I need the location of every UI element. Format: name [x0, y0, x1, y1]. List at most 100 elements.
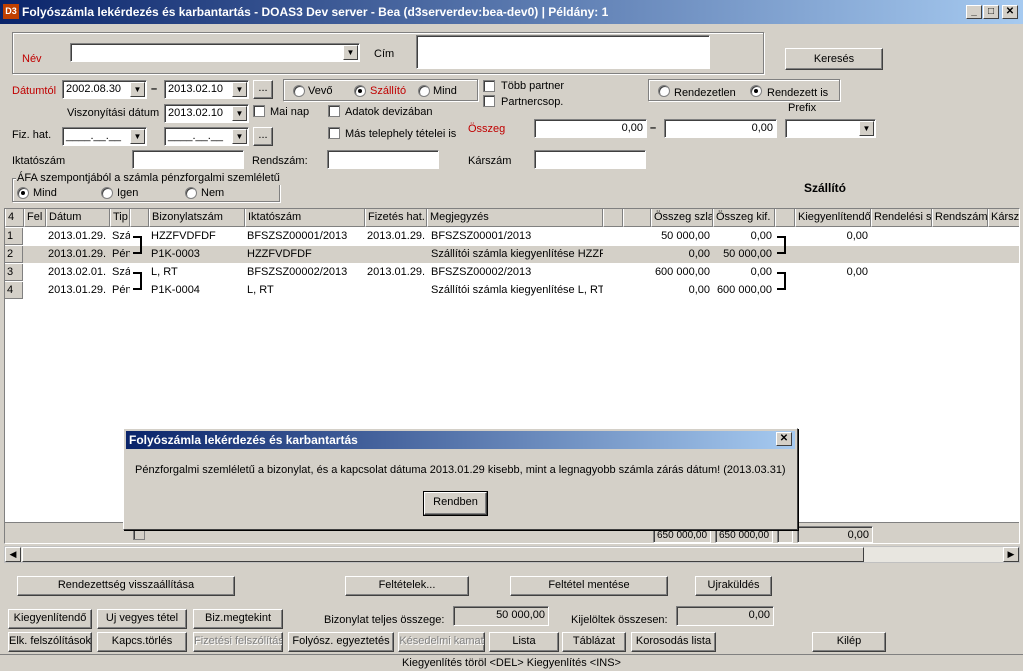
fiz-hat-to-combo[interactable]: ____.__.__ ▼ [164, 127, 249, 146]
cim-field[interactable] [416, 35, 710, 69]
dialog-titlebar[interactable]: Folyószámla lekérdezés és karbantartás [126, 431, 795, 449]
grid-header-osszeg-kif[interactable]: Összeg kif. [713, 209, 775, 227]
tobb-partner-checkbox[interactable] [483, 80, 495, 92]
iktatoszam-label: Iktatószám [12, 155, 66, 167]
grid-header-link[interactable] [130, 209, 149, 227]
afa-mind-label: Mind [33, 187, 57, 199]
prefix-combo[interactable]: ▼ [785, 119, 876, 138]
vevo-text: Vevő [308, 85, 333, 97]
cell-osszeg-kif: 0,00 [750, 266, 772, 278]
karszam-field[interactable] [534, 150, 646, 169]
cell-bizonylatszam: P1K-0003 [151, 248, 200, 260]
mind-radio[interactable] [418, 85, 430, 97]
afa-mind-radio[interactable] [17, 187, 29, 199]
horizontal-scrollbar[interactable]: ◀ ▶ [4, 546, 1020, 563]
grid-header-tip[interactable]: Tip [110, 209, 130, 227]
nev-combo[interactable]: ▼ [70, 43, 360, 62]
ujrakuldes-button[interactable]: Ujraküldés [695, 576, 772, 596]
date-to-combo[interactable]: 2013.02.10 ▼ [164, 80, 249, 99]
search-button[interactable]: Keresés [785, 48, 883, 70]
rendszam-field[interactable] [327, 150, 439, 169]
uj-vegyes-tetel-button[interactable]: Uj vegyes tétel [97, 609, 187, 629]
szallito-radio[interactable] [354, 85, 366, 97]
warning-dialog[interactable]: Folyószámla lekérdezés és karbantartás ✕… [123, 428, 798, 530]
grid-header-osszeg-szla[interactable]: Összeg szla [651, 209, 713, 227]
dialog-close-icon[interactable]: ✕ [776, 432, 792, 446]
grid-header-bizonylatszam[interactable]: Bizonylatszám [149, 209, 245, 227]
row-number: 4 [5, 282, 23, 299]
window-titlebar[interactable]: Folyószámla lekérdezés és karbantartás -… [0, 0, 1023, 24]
tobb-partner-label: Több partner [501, 80, 564, 92]
grid-header-iktatoszam[interactable]: Iktatószám [245, 209, 365, 227]
osszeg-label: Összeg [468, 123, 506, 135]
osszeg-from-field[interactable]: 0,00 [534, 119, 647, 138]
maximize-button[interactable]: □ [983, 5, 999, 19]
afa-igen-radio[interactable] [101, 187, 113, 199]
dialog-ok-button[interactable]: Rendben [423, 491, 488, 516]
date-picker-button[interactable]: ... [253, 80, 273, 99]
rendezetlen-radio[interactable] [658, 85, 670, 97]
chevron-down-icon[interactable]: ▼ [232, 82, 247, 97]
afa-nem-radio[interactable] [185, 187, 197, 199]
kiegyenlitendo-button[interactable]: Kiegyenlítendő [8, 609, 92, 629]
grid-header-datum[interactable]: Dátum [46, 209, 110, 227]
chevron-down-icon[interactable]: ▼ [232, 106, 247, 121]
row-number: 3 [5, 264, 23, 281]
korosodas-lista-button[interactable]: Korosodás lista [631, 632, 716, 652]
scroll-right-icon[interactable]: ▶ [1003, 547, 1019, 562]
adatok-devizaban-checkbox[interactable] [328, 105, 340, 117]
osszeg-to-field[interactable]: 0,00 [664, 119, 777, 138]
kesedelmi-kamat-button[interactable]: Késedelmi kamat [398, 632, 485, 652]
vevo-label: Vevő [308, 84, 332, 98]
lista-button[interactable]: Lista [489, 632, 559, 652]
grid-header-karszam[interactable]: Kársz [988, 209, 1019, 227]
scroll-thumb[interactable] [22, 547, 864, 562]
rendezett-is-radio[interactable] [750, 85, 762, 97]
date-from-combo[interactable]: 2002.08.30 ▼ [62, 80, 147, 99]
close-button[interactable]: ✕ [1002, 5, 1018, 19]
mai-nap-checkbox[interactable] [253, 105, 265, 117]
row-number: 1 [5, 228, 23, 245]
grid-header-fel[interactable]: Fel [24, 209, 46, 227]
grid-header-megjegyzes[interactable]: Megjegyzés [427, 209, 603, 227]
chevron-down-icon[interactable]: ▼ [232, 129, 247, 144]
folyosz-egyeztetes-button[interactable]: Folyósz. egyeztetés [288, 632, 394, 652]
elk-felszolitasok-button[interactable]: Elk. felszólítások [8, 632, 92, 652]
chevron-down-icon[interactable]: ▼ [859, 121, 874, 136]
grid-header-kiegyenlitendo[interactable]: Kiegyenlítendő [795, 209, 871, 227]
fizetesi-felszolitas-button[interactable]: Fizetési felszólítás [193, 632, 283, 652]
rendezettseg-button[interactable]: Rendezettség visszaállítása [17, 576, 235, 596]
feltetelek-button[interactable]: Feltételek... [345, 576, 469, 596]
minimize-button[interactable]: _ [966, 5, 982, 19]
partnercsop-checkbox[interactable] [483, 95, 495, 107]
grid-header-link2[interactable] [775, 209, 795, 227]
cell-datum: 2013.02.01. [48, 266, 107, 278]
grid-header-rendszam[interactable]: Rendszám [932, 209, 988, 227]
fiz-hat-from-combo[interactable]: ____.__.__ ▼ [62, 127, 147, 146]
chevron-down-icon[interactable]: ▼ [130, 129, 145, 144]
chevron-down-icon[interactable]: ▼ [130, 82, 145, 97]
vevo-radio[interactable] [293, 85, 305, 97]
biz-megtekint-button[interactable]: Biz.megtekint [193, 609, 283, 629]
table-row[interactable]: 2 ▷ 2013.01.29. Pén P1K-0003 HZZFVDFDF S… [5, 245, 1019, 276]
row-number-text: 2 [7, 248, 14, 260]
table-row[interactable]: 3 2013.02.01. Szá L, RT BFSZSZ00002/2013… [5, 264, 1019, 281]
table-row[interactable]: 4 2013.01.29. Pén P1K-0004 L, RT Szállít… [5, 281, 1019, 299]
kapcs-torles-button[interactable]: Kapcs.törlés [97, 632, 187, 652]
mas-telephely-checkbox[interactable] [328, 127, 340, 139]
scroll-left-icon[interactable]: ◀ [5, 547, 21, 562]
cell-datum: 2013.01.29. [48, 230, 107, 242]
grid-header-fizetes-hat[interactable]: Fizetés hat. [365, 209, 427, 227]
fiz-hat-picker-button[interactable]: ... [253, 127, 273, 146]
table-row[interactable]: 1 2013.01.29. Szá HZZFVDFDF BFSZSZ00001/… [5, 228, 1019, 245]
iktatoszam-field[interactable] [132, 150, 244, 169]
viszonyitasi-combo[interactable]: 2013.02.10 ▼ [164, 104, 249, 123]
tablazat-button[interactable]: Táblázat [562, 632, 626, 652]
afa-group-label: ÁFA szempontjából a számla pénzforgalmi … [16, 171, 281, 185]
chevron-down-icon[interactable]: ▼ [343, 45, 358, 60]
kilep-button[interactable]: Kilép [812, 632, 886, 652]
feltetel-mentese-button[interactable]: Feltétel mentése [510, 576, 668, 596]
grid-header-blank-a[interactable] [603, 209, 623, 227]
grid-header-blank-b[interactable] [623, 209, 651, 227]
grid-header-rendelesi[interactable]: Rendelési s [871, 209, 932, 227]
